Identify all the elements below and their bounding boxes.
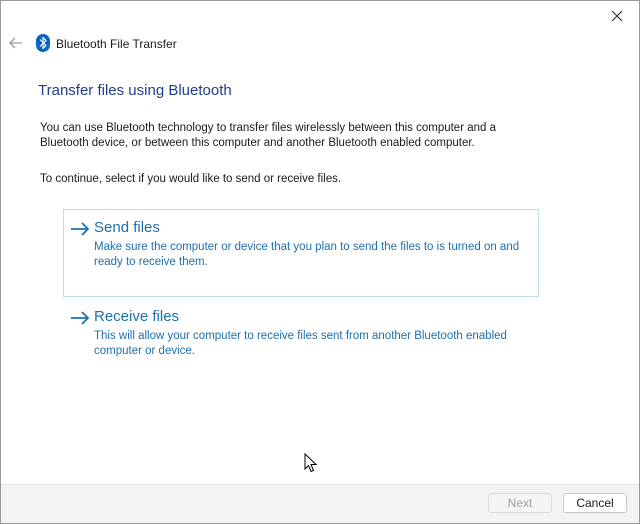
footer-bar: Next Cancel <box>1 484 639 523</box>
close-icon <box>611 10 623 22</box>
window-title: Bluetooth File Transfer <box>56 37 177 51</box>
arrow-right-icon <box>71 222 90 236</box>
receive-files-title: Receive files <box>94 308 180 325</box>
mouse-cursor-icon <box>304 453 318 473</box>
cancel-button[interactable]: Cancel <box>563 493 627 513</box>
send-files-option[interactable]: Send files Make sure the computer or dev… <box>63 209 539 297</box>
receive-files-option[interactable]: Receive files This will allow your compu… <box>63 298 539 366</box>
back-arrow-icon <box>9 37 22 49</box>
title-bar: Bluetooth File Transfer <box>1 31 639 57</box>
instruction-text: To continue, select if you would like to… <box>40 173 342 185</box>
bluetooth-icon <box>36 34 50 52</box>
close-button[interactable] <box>597 3 637 29</box>
description-text: You can use Bluetooth technology to tran… <box>40 122 497 149</box>
page-heading: Transfer files using Bluetooth <box>38 82 232 99</box>
back-button[interactable] <box>7 34 25 52</box>
send-files-title: Send files <box>94 219 160 236</box>
bluetooth-file-transfer-window: Bluetooth File Transfer Transfer files u… <box>0 0 640 524</box>
arrow-right-icon <box>71 311 90 325</box>
next-button[interactable]: Next <box>488 493 552 513</box>
receive-files-description: This will allow your computer to receive… <box>94 330 507 357</box>
send-files-description: Make sure the computer or device that yo… <box>94 241 520 268</box>
